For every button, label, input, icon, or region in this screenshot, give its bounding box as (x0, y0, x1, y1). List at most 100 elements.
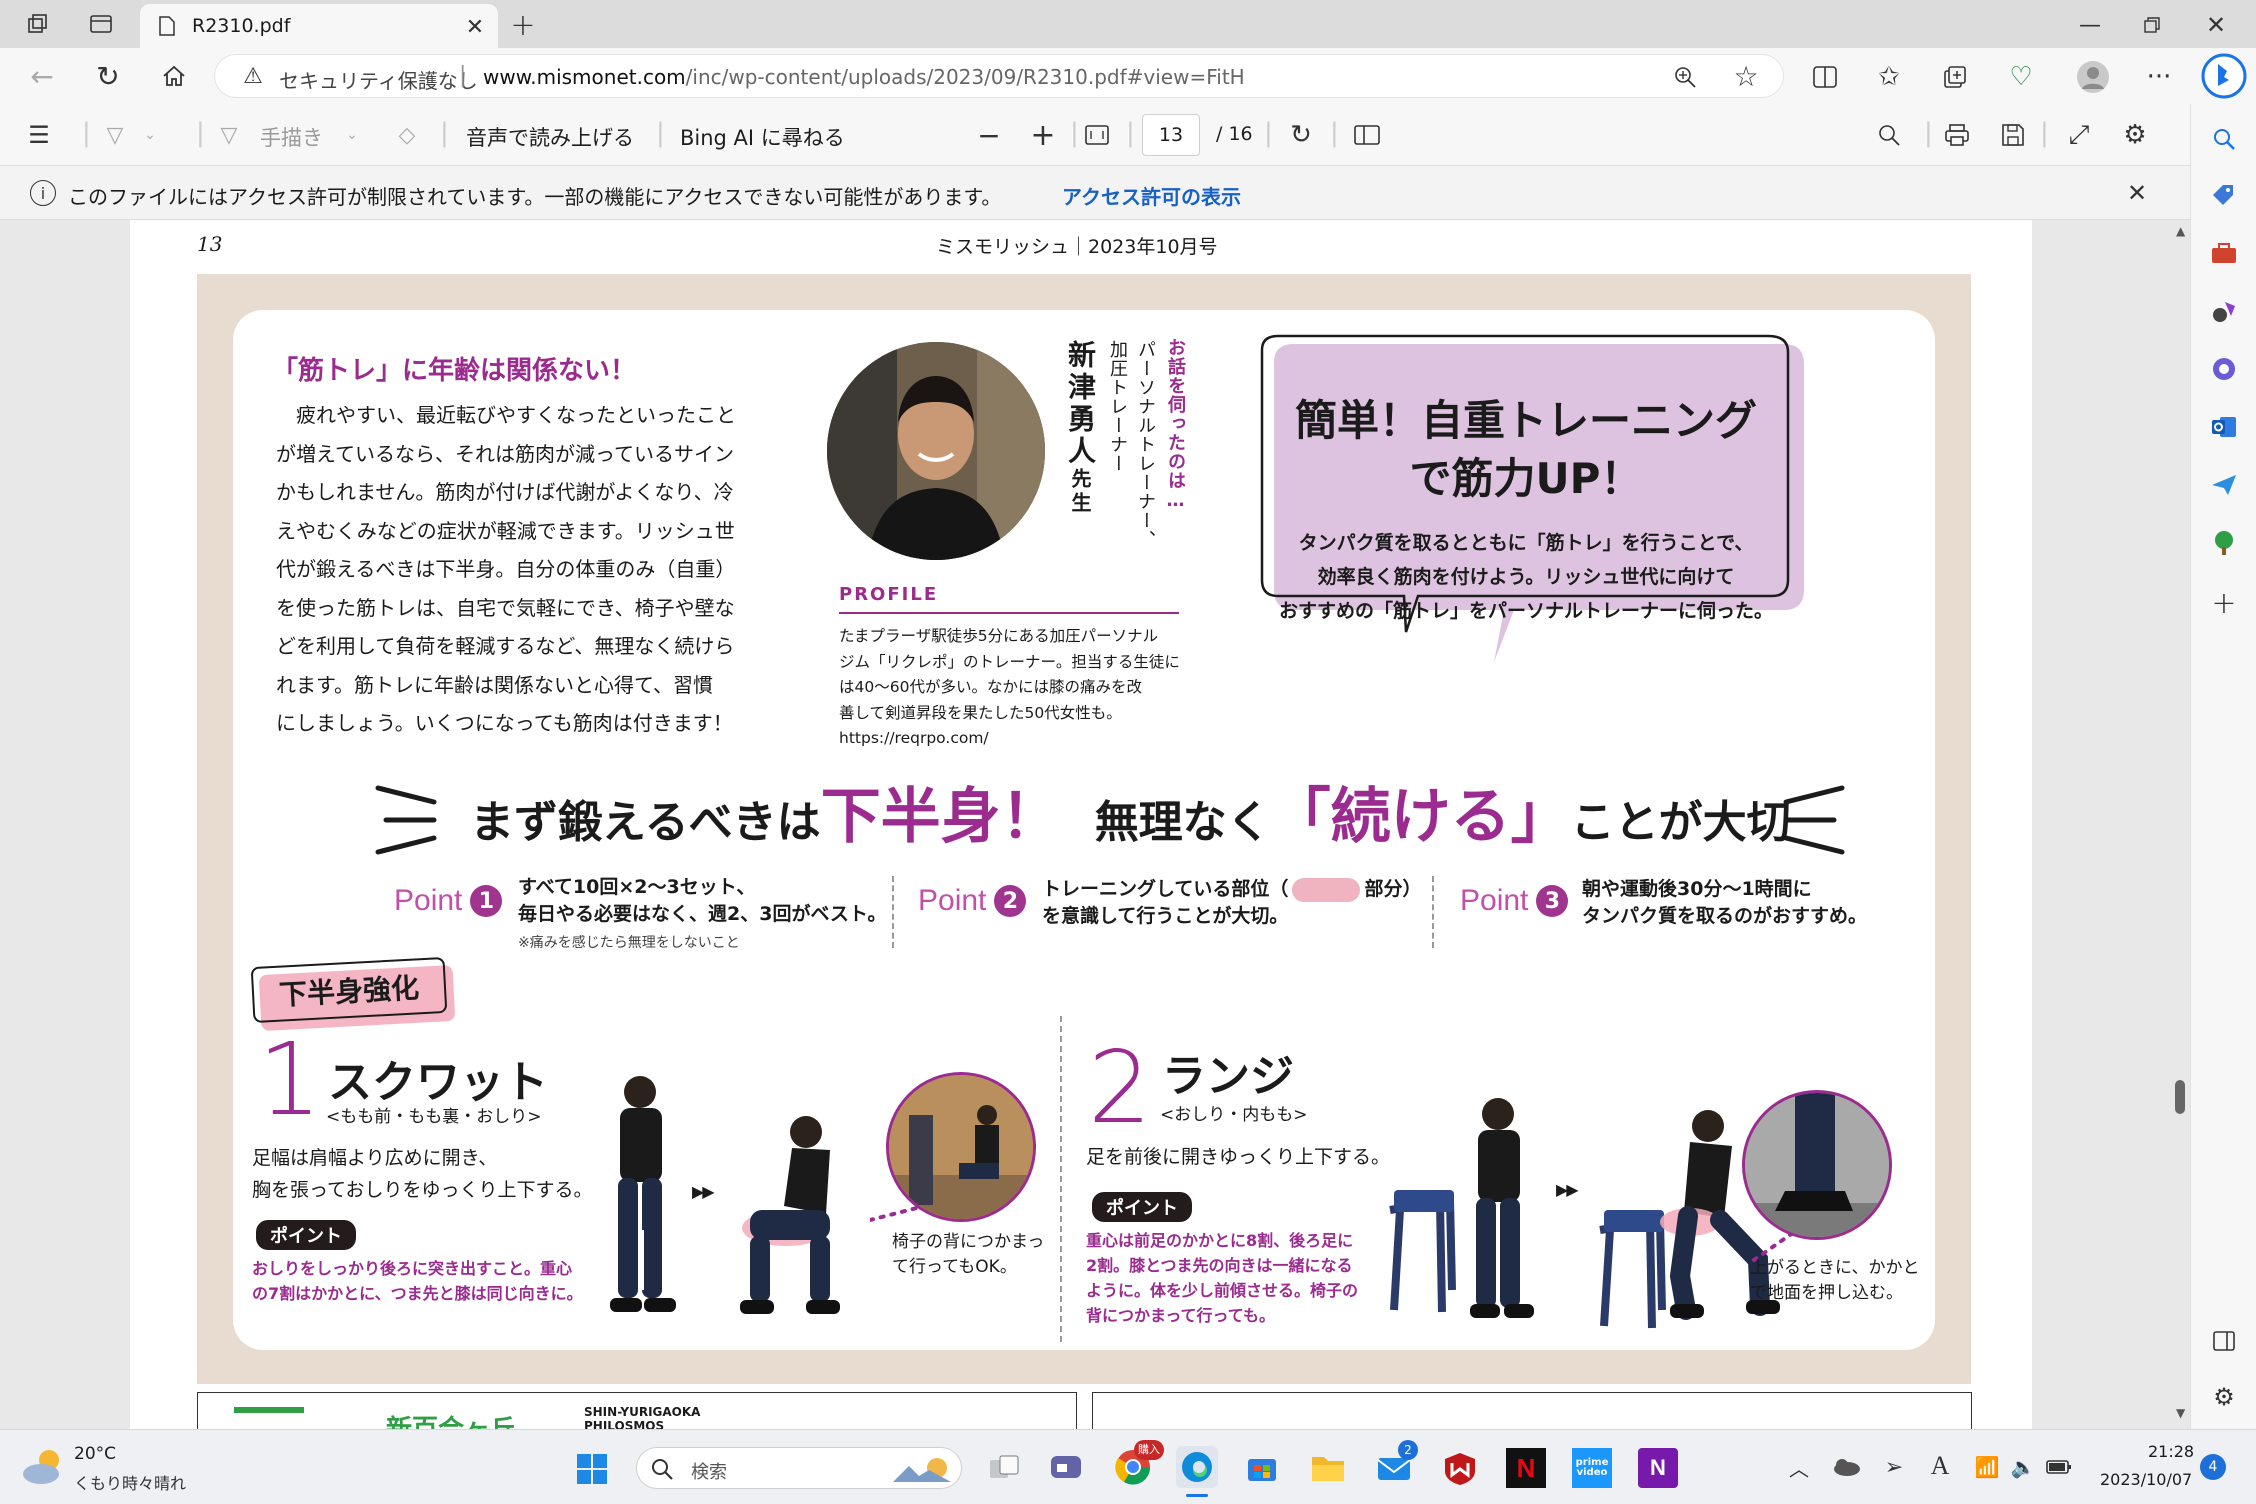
tree-icon[interactable] (2209, 528, 2239, 558)
rotate-icon[interactable]: ↻ (1286, 120, 1316, 150)
scrollbar-thumb[interactable] (2175, 1080, 2185, 1114)
highlight-dropdown-icon[interactable]: ⌄ (140, 122, 160, 148)
url-field[interactable]: ⚠ セキュリティ保護なし | www.mismonet.com/inc/wp-c… (214, 54, 1784, 98)
save-icon[interactable] (1998, 120, 2028, 150)
bing-chat-icon[interactable] (2200, 52, 2248, 100)
split-screen-icon[interactable] (1808, 60, 1842, 94)
clock-date[interactable]: 2023/10/07 (2100, 1470, 2192, 1489)
tab-actions-icon[interactable] (86, 10, 116, 38)
sidebar-settings-icon[interactable]: ⚙ (2209, 1382, 2239, 1412)
exercise-1-tip-line: おしりをしっかり後ろに突き出すこと。重心 (252, 1259, 573, 1278)
warning-icon[interactable]: ⚠ (241, 64, 265, 89)
profile-url: https://reqrpo.com/ (839, 729, 989, 747)
onedrive-icon[interactable] (1830, 1452, 1862, 1482)
fit-page-icon[interactable] (1082, 120, 1112, 150)
close-notice-icon[interactable]: ✕ (2122, 178, 2152, 208)
weather-icon[interactable] (20, 1444, 66, 1488)
close-tab-icon[interactable]: ✕ (462, 14, 488, 40)
scroll-down-icon[interactable]: ▼ (2176, 1406, 2185, 1420)
scrollbar-track[interactable]: ▲ ▼ (2172, 222, 2188, 1427)
add-sidebar-app-icon[interactable]: + (2209, 586, 2239, 621)
battery-icon[interactable] (2044, 1452, 2074, 1482)
favorite-star-icon[interactable]: ☆ (1731, 60, 1761, 93)
zoom-out-icon[interactable]: − (974, 119, 1004, 152)
prime-video-icon[interactable]: prime video (1572, 1448, 1612, 1488)
mail-badge: 2 (1398, 1440, 1418, 1460)
profile-avatar[interactable] (2074, 58, 2112, 96)
highlight-icon[interactable]: ▽ (100, 120, 130, 150)
onenote-icon[interactable]: N (1638, 1448, 1678, 1488)
scroll-up-icon[interactable]: ▲ (2176, 224, 2185, 238)
view-permissions-link[interactable]: アクセス許可の表示 (1062, 181, 1241, 210)
teams-chat-icon[interactable] (1046, 1448, 1086, 1488)
settings-gear-icon[interactable]: ⚙ (2120, 120, 2150, 150)
tools-briefcase-icon[interactable] (2209, 238, 2239, 268)
more-menu-icon[interactable]: ··· (2142, 60, 2176, 94)
weather-desc[interactable]: くもり時々晴れ (74, 1470, 186, 1494)
print-icon[interactable] (1942, 120, 1972, 150)
zoom-in-icon[interactable]: + (1028, 118, 1058, 153)
edge-icon[interactable] (1176, 1446, 1218, 1488)
ime-indicator[interactable]: A (1924, 1450, 1956, 1482)
draw-label[interactable]: 手描き (260, 122, 323, 152)
favorites-icon[interactable]: ✩ (1872, 60, 1906, 94)
headline-part-c: 無理なく (1094, 797, 1271, 848)
zoom-icon[interactable] (1671, 63, 1699, 91)
ask-bing-button[interactable]: Bing AI に尋ねる (680, 122, 845, 152)
draw-dropdown-icon[interactable]: ⌄ (342, 122, 362, 148)
workspaces-icon[interactable] (22, 10, 52, 38)
url-text[interactable]: www.mismonet.com/inc/wp-content/uploads/… (483, 65, 1245, 89)
task-view-icon[interactable] (984, 1448, 1024, 1488)
weather-temp[interactable]: 20°C (74, 1444, 116, 1464)
tab-active[interactable]: R2310.pdf ✕ (140, 4, 498, 48)
read-aloud-button[interactable]: 音声で読み上げる (466, 122, 634, 152)
page-view-icon[interactable] (1352, 120, 1382, 150)
collections-icon[interactable] (1938, 60, 1972, 94)
wifi-icon[interactable]: 📶 (1972, 1452, 2002, 1482)
point-divider (1432, 876, 1434, 948)
volume-icon[interactable]: 🔈 (2008, 1452, 2038, 1482)
start-icon[interactable] (572, 1450, 612, 1488)
restore-icon[interactable] (2132, 8, 2172, 42)
store-icon[interactable] (1242, 1448, 1282, 1488)
drop-icon[interactable] (2209, 470, 2239, 500)
show-hidden-icons[interactable]: ︿ (1784, 1452, 1814, 1482)
exercise-1-number: 1 (258, 1021, 322, 1138)
contents-icon[interactable]: ☰ (24, 120, 54, 150)
clock-time[interactable]: 21:28 (2148, 1442, 2194, 1461)
minimize-icon[interactable]: — (2070, 8, 2110, 42)
page-number-input[interactable]: 13 (1142, 114, 1200, 156)
point-2-number: 2 (994, 885, 1027, 917)
home-icon[interactable] (156, 58, 192, 94)
draw-icon[interactable]: ▽ (214, 120, 244, 150)
file-explorer-icon[interactable] (1308, 1448, 1348, 1488)
microsoft-365-icon[interactable] (2209, 354, 2239, 384)
location-icon[interactable]: ➢ (1878, 1452, 1910, 1482)
mcafee-icon[interactable] (1440, 1448, 1480, 1488)
outlook-icon[interactable] (2209, 412, 2239, 442)
lunge-foot-photo (1742, 1090, 1892, 1240)
security-label[interactable]: セキュリティ保護なし (279, 65, 478, 94)
hide-sidebar-icon[interactable] (2209, 1326, 2239, 1356)
notification-badge[interactable]: 4 (2200, 1454, 2226, 1480)
lunge-standing-figure (1389, 1098, 1534, 1318)
taskbar-search[interactable]: 検索 (636, 1447, 962, 1489)
games-icon[interactable] (2209, 296, 2239, 326)
point-divider (892, 876, 894, 948)
close-window-icon[interactable]: ✕ (2196, 8, 2236, 42)
netflix-icon[interactable]: N (1506, 1448, 1546, 1488)
eraser-icon[interactable]: ◇ (392, 120, 422, 150)
sidebar-search-icon[interactable] (2209, 124, 2239, 154)
search-highlight-icon (891, 1454, 953, 1484)
pdf-toolbar: ☰ | ▽ ⌄ | ▽ 手描き ⌄ ◇ | 音声で読み上げる | Bing AI… (0, 104, 2190, 166)
browser-essentials-icon[interactable]: ♡ (2004, 60, 2038, 94)
refresh-icon[interactable]: ↻ (90, 58, 126, 94)
shopping-tag-icon[interactable] (2209, 180, 2239, 210)
find-icon[interactable] (1874, 120, 1904, 150)
exercise-2-tip-line: ように。体を少し前傾させる。椅子の (1086, 1281, 1359, 1300)
fullscreen-icon[interactable]: ⤢ (2064, 120, 2094, 150)
point-3-number: 3 (1536, 885, 1569, 917)
exercise-1-desc-line: 胸を張っておしりをゆっくり上下する。 (252, 1179, 593, 1201)
back-icon[interactable]: ← (24, 58, 60, 94)
new-tab-icon[interactable]: + (506, 8, 540, 43)
